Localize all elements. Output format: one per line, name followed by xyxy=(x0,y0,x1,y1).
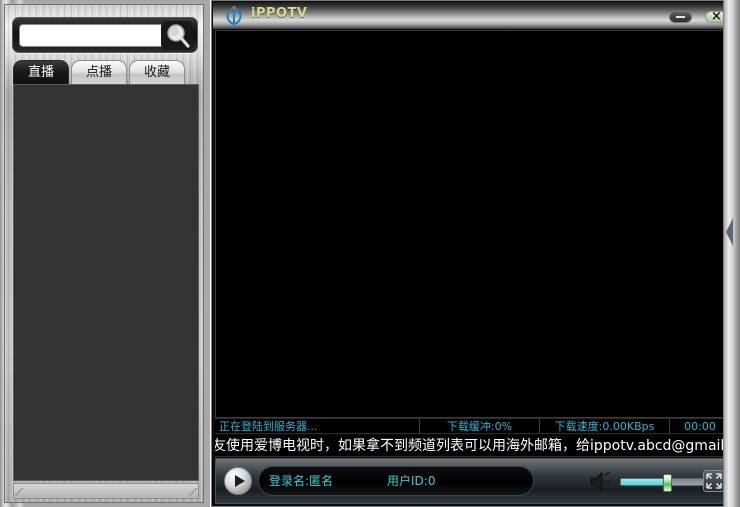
sidebar-status-strip xyxy=(13,483,199,499)
search-bar xyxy=(12,17,198,53)
player-control-bar: 登录名:匿名 用户ID:0 xyxy=(215,458,730,504)
status-download-speed: 下载速度:0.00KBps xyxy=(540,419,670,433)
resize-grip-right[interactable] xyxy=(189,488,197,496)
login-info-field: 登录名:匿名 用户ID:0 xyxy=(258,466,534,496)
app-title: iPPOTV xyxy=(251,6,308,21)
sidebar-panel: 直播 点播 收藏 xyxy=(4,4,204,503)
volume-slider-fill xyxy=(621,479,667,485)
fullscreen-icon[interactable] xyxy=(703,470,725,492)
speaker-icon[interactable] xyxy=(590,471,614,492)
player-frame: iPPOTV 正在登陆到服务器... 下载缓冲:0% 下载速度:0.00KBps… xyxy=(211,0,732,507)
chevron-left-icon xyxy=(726,218,733,246)
tab-live-label: 直播 xyxy=(27,65,54,80)
user-id-label: 用户ID:0 xyxy=(387,474,436,488)
scrolling-notice-bar: 友使用爱博电视时，如果拿不到频道列表可以用海外邮箱，给ippotv.abcd@g… xyxy=(215,435,730,457)
channel-sidebar-window: 直播 点播 收藏 xyxy=(0,0,210,507)
tab-favorites[interactable]: 收藏 xyxy=(129,60,185,84)
player-statusbar: 正在登陆到服务器... 下载缓冲:0% 下载速度:0.00KBps 00:00 xyxy=(215,418,730,434)
video-display-area[interactable] xyxy=(215,30,730,418)
panel-collapse-handle[interactable] xyxy=(723,0,740,507)
minimize-button[interactable] xyxy=(669,11,692,23)
scrolling-notice-text: 友使用爱博电视时，如果拿不到频道列表可以用海外邮箱，给ippotv.abcd@g… xyxy=(215,438,730,454)
ippotv-logo-icon xyxy=(223,5,245,27)
status-elapsed-time: 00:00 xyxy=(684,420,716,433)
login-name-label: 登录名:匿名 xyxy=(269,474,334,488)
channel-list-panel[interactable] xyxy=(13,84,199,481)
search-input[interactable] xyxy=(19,24,165,47)
status-server-state: 正在登陆到服务器... xyxy=(215,419,420,433)
tab-live[interactable]: 直播 xyxy=(13,60,69,84)
search-icon[interactable] xyxy=(161,21,193,50)
player-titlebar[interactable]: iPPOTV xyxy=(213,2,732,29)
status-download-buffer: 下载缓冲:0% xyxy=(420,419,540,433)
volume-slider-thumb[interactable] xyxy=(663,474,672,492)
sidebar-tabs: 直播 点播 收藏 xyxy=(13,60,199,84)
player-window: iPPOTV 正在登陆到服务器... 下载缓冲:0% 下载速度:0.00KBps… xyxy=(211,0,740,507)
ippotv-application-window: 直播 点播 收藏 iPPOTV × 正在登陆到服务器... 下载缓冲:0% 下载… xyxy=(0,0,740,507)
tab-vod[interactable]: 点播 xyxy=(71,60,127,84)
channel-list-empty-state xyxy=(14,85,198,480)
play-button[interactable] xyxy=(224,467,252,495)
tab-favorites-label: 收藏 xyxy=(143,65,170,80)
resize-grip-left xyxy=(15,488,23,496)
tab-vod-label: 点播 xyxy=(85,65,112,80)
